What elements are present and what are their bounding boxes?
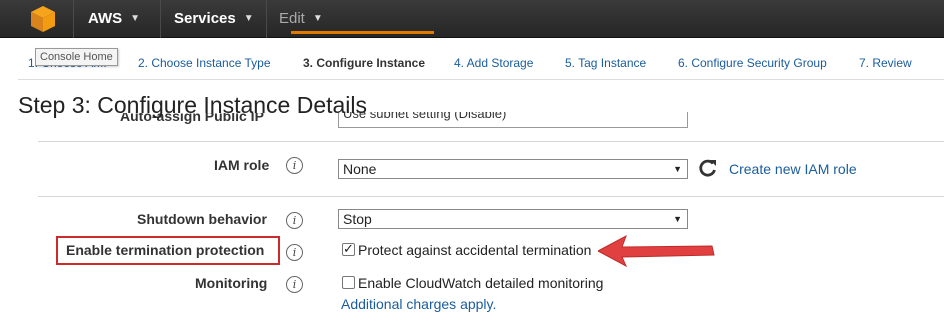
info-icon[interactable]: i (286, 157, 303, 174)
shutdown-behavior-value: Stop (343, 211, 372, 227)
iam-role-label: IAM role (214, 157, 270, 173)
shutdown-behavior-select[interactable]: Stop ▼ (338, 209, 688, 229)
step-add-storage[interactable]: 4. Add Storage (454, 56, 533, 70)
annotation-arrow (598, 234, 715, 268)
info-icon[interactable]: i (286, 244, 303, 261)
console-home-tooltip: Console Home (35, 48, 118, 66)
dropdown-arrow-icon: ▼ (673, 164, 682, 174)
termination-protection-checkbox[interactable] (342, 241, 355, 257)
step-configure-instance[interactable]: 3. Configure Instance (303, 56, 425, 70)
shutdown-behavior-label: Shutdown behavior (137, 211, 267, 227)
termination-protection-option-label: Protect against accidental termination (358, 242, 592, 258)
cloudwatch-monitoring-checkbox[interactable] (342, 276, 355, 289)
step-review[interactable]: 7. Review (859, 56, 912, 70)
chevron-down-icon: ▼ (243, 13, 254, 24)
nav-separator (73, 0, 74, 38)
row-divider (38, 196, 944, 197)
chevron-down-icon: ▼ (130, 13, 141, 24)
auto-assign-public-ip-select[interactable]: Use subnet setting (Disable) (338, 112, 688, 128)
top-navigation-bar: AWS ▼ Services ▼ Edit ▼ (0, 0, 944, 38)
edit-menu-label: Edit (279, 10, 305, 27)
iam-role-select[interactable]: None ▼ (338, 159, 688, 179)
info-icon[interactable]: i (286, 276, 303, 293)
services-menu-label: Services (174, 10, 236, 27)
dropdown-arrow-icon: ▼ (673, 214, 682, 224)
active-step-indicator (291, 31, 434, 34)
aws-menu-label: AWS (88, 10, 123, 27)
aws-cube-logo-icon[interactable] (30, 5, 56, 33)
create-new-iam-role-link[interactable]: Create new IAM role (729, 161, 857, 177)
aws-menu-button[interactable]: AWS ▼ (88, 0, 140, 38)
refresh-icon[interactable] (698, 158, 718, 178)
step-choose-instance-type[interactable]: 2. Choose Instance Type (138, 56, 271, 70)
nav-separator (160, 0, 161, 38)
iam-role-value: None (343, 161, 377, 177)
monitoring-label: Monitoring (195, 275, 268, 291)
page-title: Step 3: Configure Instance Details (18, 92, 368, 118)
termination-protection-label: Enable termination protection (66, 242, 265, 258)
nav-separator (266, 0, 267, 38)
info-icon[interactable]: i (286, 212, 303, 229)
row-divider (38, 141, 944, 142)
wizard-steps: 1. Choose AMI 2. Choose Instance Type 3.… (18, 44, 944, 80)
step-tag-instance[interactable]: 5. Tag Instance (565, 56, 646, 70)
cloudwatch-monitoring-option-label: Enable CloudWatch detailed monitoring (358, 275, 604, 291)
additional-charges-link[interactable]: Additional charges apply. (341, 296, 496, 312)
services-menu-button[interactable]: Services ▼ (174, 0, 254, 38)
step-configure-security-group[interactable]: 6. Configure Security Group (678, 56, 827, 70)
